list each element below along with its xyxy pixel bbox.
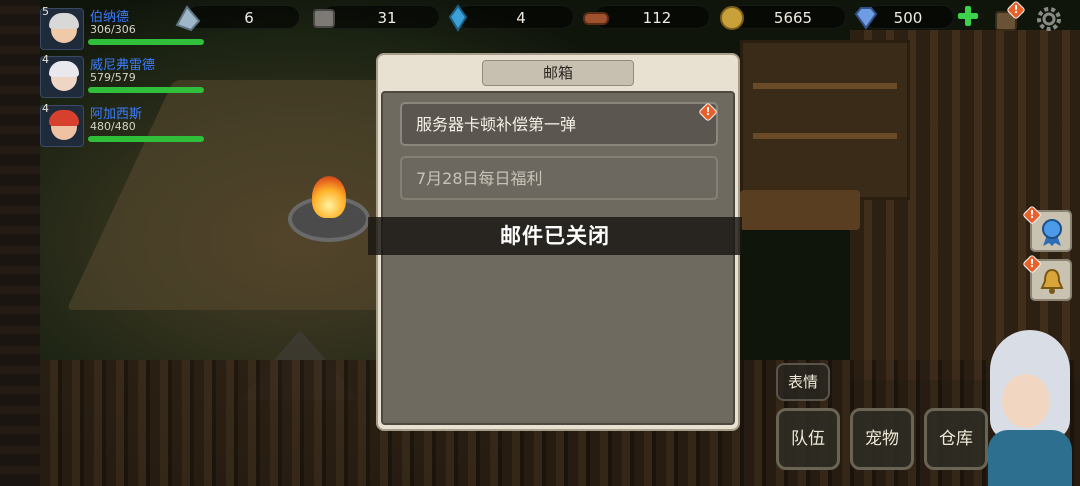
avatar-hair (49, 61, 79, 77)
alert-mark: ! (705, 105, 711, 118)
alert-mark: ! (1013, 3, 1019, 16)
hp-bar-fill (88, 136, 204, 142)
campfire-flame (312, 176, 346, 218)
backpack-alert-badge: ! (1006, 0, 1026, 20)
hp-bar (88, 87, 204, 93)
member-level: 5 (42, 5, 49, 18)
gear-icon (1037, 7, 1061, 31)
toast-message: 邮件已关闭 (368, 217, 742, 255)
resource-stone: 6 (175, 5, 300, 32)
avatar-hair (49, 110, 79, 126)
resource-diamond: 500 (854, 5, 954, 30)
dialog-title: 邮箱 (482, 60, 634, 86)
settings-button[interactable] (1034, 4, 1064, 34)
npc-face (1002, 374, 1050, 428)
member-hp: 579/579 (90, 71, 136, 84)
hp-bar (88, 39, 204, 45)
resource-value: 6 (244, 9, 254, 27)
unread-alert-badge: ! (698, 102, 718, 122)
merchant-stall[interactable] (740, 40, 910, 200)
hp-bar-fill (88, 87, 204, 93)
emote-button[interactable]: 表情 (776, 363, 830, 401)
member-level: 4 (42, 102, 49, 115)
pet-button[interactable]: 宠物 (850, 408, 914, 470)
market-table (740, 190, 860, 230)
avatar-hair (49, 13, 79, 29)
left-fence (0, 0, 40, 486)
member-hp: 306/306 (90, 23, 136, 36)
resource-value: 5665 (773, 9, 813, 27)
storage-button[interactable]: 仓库 (924, 408, 988, 470)
mail-item-unread[interactable]: 服务器卡顿补偿第一弹 (400, 102, 718, 146)
backpack-button[interactable]: ! (992, 0, 1026, 32)
stall-shelf (753, 83, 897, 89)
resource-wood: 112 (583, 5, 710, 29)
party-member[interactable]: 5 伯纳德 306/306 (38, 4, 204, 50)
member-level: 4 (42, 53, 49, 66)
resource-gold: 5665 (720, 5, 846, 30)
achievement-alert-badge: ! (1022, 205, 1042, 225)
resource-value: 500 (893, 9, 923, 27)
party-member[interactable]: 4 阿加西斯 480/480 (38, 101, 204, 147)
hp-bar-fill (88, 39, 204, 45)
alert-mark: ! (1029, 208, 1035, 221)
resource-crystal: 4 (448, 4, 574, 32)
resource-value: 112 (642, 9, 672, 27)
bell-alert-badge: ! (1022, 254, 1042, 274)
stall-shelf (753, 133, 897, 139)
resource-ore: 31 (313, 5, 440, 29)
party-member[interactable]: 4 威尼弗雷德 579/579 (38, 52, 204, 98)
member-hp: 480/480 (90, 120, 136, 133)
team-button[interactable]: 队伍 (776, 408, 840, 470)
npc-coat (988, 430, 1072, 486)
alert-mark: ! (1029, 257, 1035, 270)
mail-item-read[interactable]: 7月28日每日福利 (400, 156, 718, 200)
resource-value: 31 (377, 9, 397, 27)
hp-bar (88, 136, 204, 142)
add-diamond-button[interactable] (956, 4, 980, 28)
resource-value: 4 (516, 9, 526, 27)
